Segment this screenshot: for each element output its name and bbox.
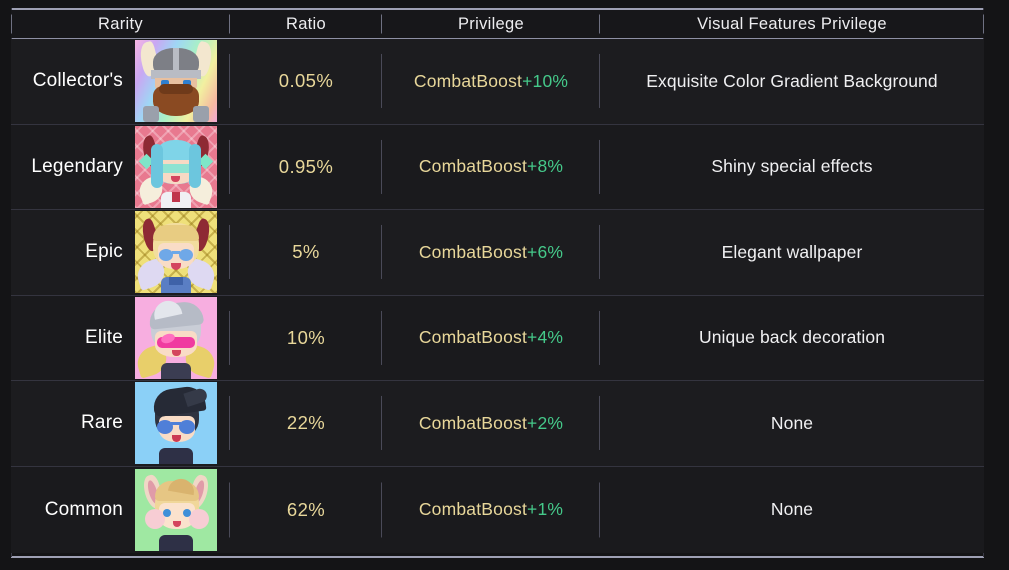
rarity-label: Rare xyxy=(81,412,123,434)
column-divider-icon xyxy=(983,14,984,34)
privilege-boost-label: +4% xyxy=(527,327,564,348)
cell-visual-features: Elegant wallpaper xyxy=(600,210,984,295)
cell-ratio: 0.95% xyxy=(230,125,382,210)
privilege-base-label: CombatBoost xyxy=(418,499,528,519)
cell-rarity: Elite xyxy=(11,296,230,381)
cell-rarity: Rare xyxy=(11,381,230,466)
blonde-horned-angel-avatar xyxy=(135,211,217,294)
cell-ratio: 22% xyxy=(230,381,382,466)
dark-hair-sunglasses-avatar xyxy=(135,382,217,465)
ratio-value: 0.05% xyxy=(278,70,334,92)
privilege-value: CombatBoost+6% xyxy=(419,242,563,263)
cell-ratio: 10% xyxy=(230,296,382,381)
privilege-value: CombatBoost+1% xyxy=(419,499,563,520)
rarity-label: Epic xyxy=(85,241,123,263)
cell-visual-features: Unique back decoration xyxy=(600,296,984,381)
cell-rarity: Collector's xyxy=(11,39,230,124)
column-header-privilege[interactable]: Privilege xyxy=(382,14,600,34)
cell-visual-features: Exquisite Color Gradient Background xyxy=(600,39,984,124)
rarity-label: Legendary xyxy=(31,155,123,177)
table-body: Collector's 0.05% CombatBoost+10% Exquis… xyxy=(11,39,984,556)
column-header-rarity-label: Rarity xyxy=(98,14,143,33)
privilege-value: CombatBoost+2% xyxy=(419,413,563,434)
cell-privilege: CombatBoost+6% xyxy=(382,210,600,295)
ratio-value: 10% xyxy=(286,326,326,348)
table-row[interactable]: Collector's 0.05% CombatBoost+10% Exquis… xyxy=(11,39,984,125)
privilege-base-label: CombatBoost xyxy=(418,327,528,348)
rarity-label: Common xyxy=(44,498,123,520)
privilege-boost-label: +10% xyxy=(522,70,569,91)
privilege-base-label: CombatBoost xyxy=(418,156,528,177)
cell-visual-features: None xyxy=(600,467,984,553)
column-header-visual-features-privilege-label: Visual Features Privilege xyxy=(697,14,887,33)
cell-ratio: 62% xyxy=(230,467,382,553)
cell-privilege: CombatBoost+2% xyxy=(382,381,600,466)
cell-privilege: CombatBoost+4% xyxy=(382,296,600,381)
privilege-value: CombatBoost+8% xyxy=(419,156,563,177)
rarity-table-screen: Rarity Ratio Privilege Visual Features P… xyxy=(0,0,1009,570)
privilege-boost-label: +8% xyxy=(527,156,564,177)
bunny-ears-blonde-avatar xyxy=(135,468,217,551)
table-row[interactable]: Rare 22% CombatBoost+2% None xyxy=(11,381,984,467)
cell-rarity: Epic xyxy=(11,210,230,295)
column-divider-icon xyxy=(11,14,12,34)
visual-features-value: Elegant wallpaper xyxy=(721,241,863,262)
privilege-boost-label: +1% xyxy=(527,499,564,519)
cell-rarity: Common xyxy=(11,467,230,553)
privilege-base-label: CombatBoost xyxy=(418,412,528,433)
visual-features-value: None xyxy=(770,412,814,433)
ratio-value: 0.95% xyxy=(278,155,334,177)
blue-haired-horned-avatar xyxy=(135,125,217,208)
cell-ratio: 0.05% xyxy=(230,39,382,124)
table-row[interactable]: Elite 10% CombatBoost+4% Unique back dec… xyxy=(11,295,984,381)
column-header-ratio-label: Ratio xyxy=(285,14,327,33)
visual-features-value: Shiny special effects xyxy=(711,156,873,177)
rarity-label: Elite xyxy=(85,326,123,348)
column-header-ratio[interactable]: Ratio xyxy=(230,14,382,34)
column-header-visual-features-privilege[interactable]: Visual Features Privilege xyxy=(600,14,984,34)
silver-hair-visor-avatar xyxy=(135,296,217,379)
visual-features-value: Unique back decoration xyxy=(698,327,886,348)
cell-privilege: CombatBoost+8% xyxy=(382,125,600,210)
privilege-base-label: CombatBoost xyxy=(413,70,523,91)
table-row[interactable]: Legendary 0.95% CombatBoost+8% Shiny spe… xyxy=(11,124,984,210)
cell-visual-features: Shiny special effects xyxy=(600,125,984,210)
column-header-rarity[interactable]: Rarity xyxy=(11,14,230,34)
privilege-value: CombatBoost+4% xyxy=(419,327,563,348)
ratio-value: 22% xyxy=(286,412,326,434)
rarity-label: Collector's xyxy=(32,70,123,92)
column-header-privilege-label: Privilege xyxy=(458,14,524,33)
viking-rainbow-avatar xyxy=(135,40,217,123)
visual-features-value: None xyxy=(770,499,814,519)
ratio-value: 62% xyxy=(286,498,326,520)
visual-features-value: Exquisite Color Gradient Background xyxy=(646,70,938,91)
table-header-row: Rarity Ratio Privilege Visual Features P… xyxy=(11,10,984,38)
privilege-boost-label: +6% xyxy=(527,241,564,262)
cell-privilege: CombatBoost+1% xyxy=(382,467,600,553)
table-row[interactable]: Epic 5% CombatBoost+6% Elegant wallpaper xyxy=(11,210,984,296)
privilege-value: CombatBoost+10% xyxy=(414,71,568,92)
table-row[interactable]: Common 62% CombatBoost+1% None xyxy=(11,466,984,553)
ratio-value: 5% xyxy=(292,241,320,263)
cell-rarity: Legendary xyxy=(11,125,230,210)
privilege-boost-label: +2% xyxy=(527,412,564,433)
privilege-base-label: CombatBoost xyxy=(418,241,528,262)
cell-privilege: CombatBoost+10% xyxy=(382,39,600,124)
cell-ratio: 5% xyxy=(230,210,382,295)
cell-visual-features: None xyxy=(600,381,984,466)
